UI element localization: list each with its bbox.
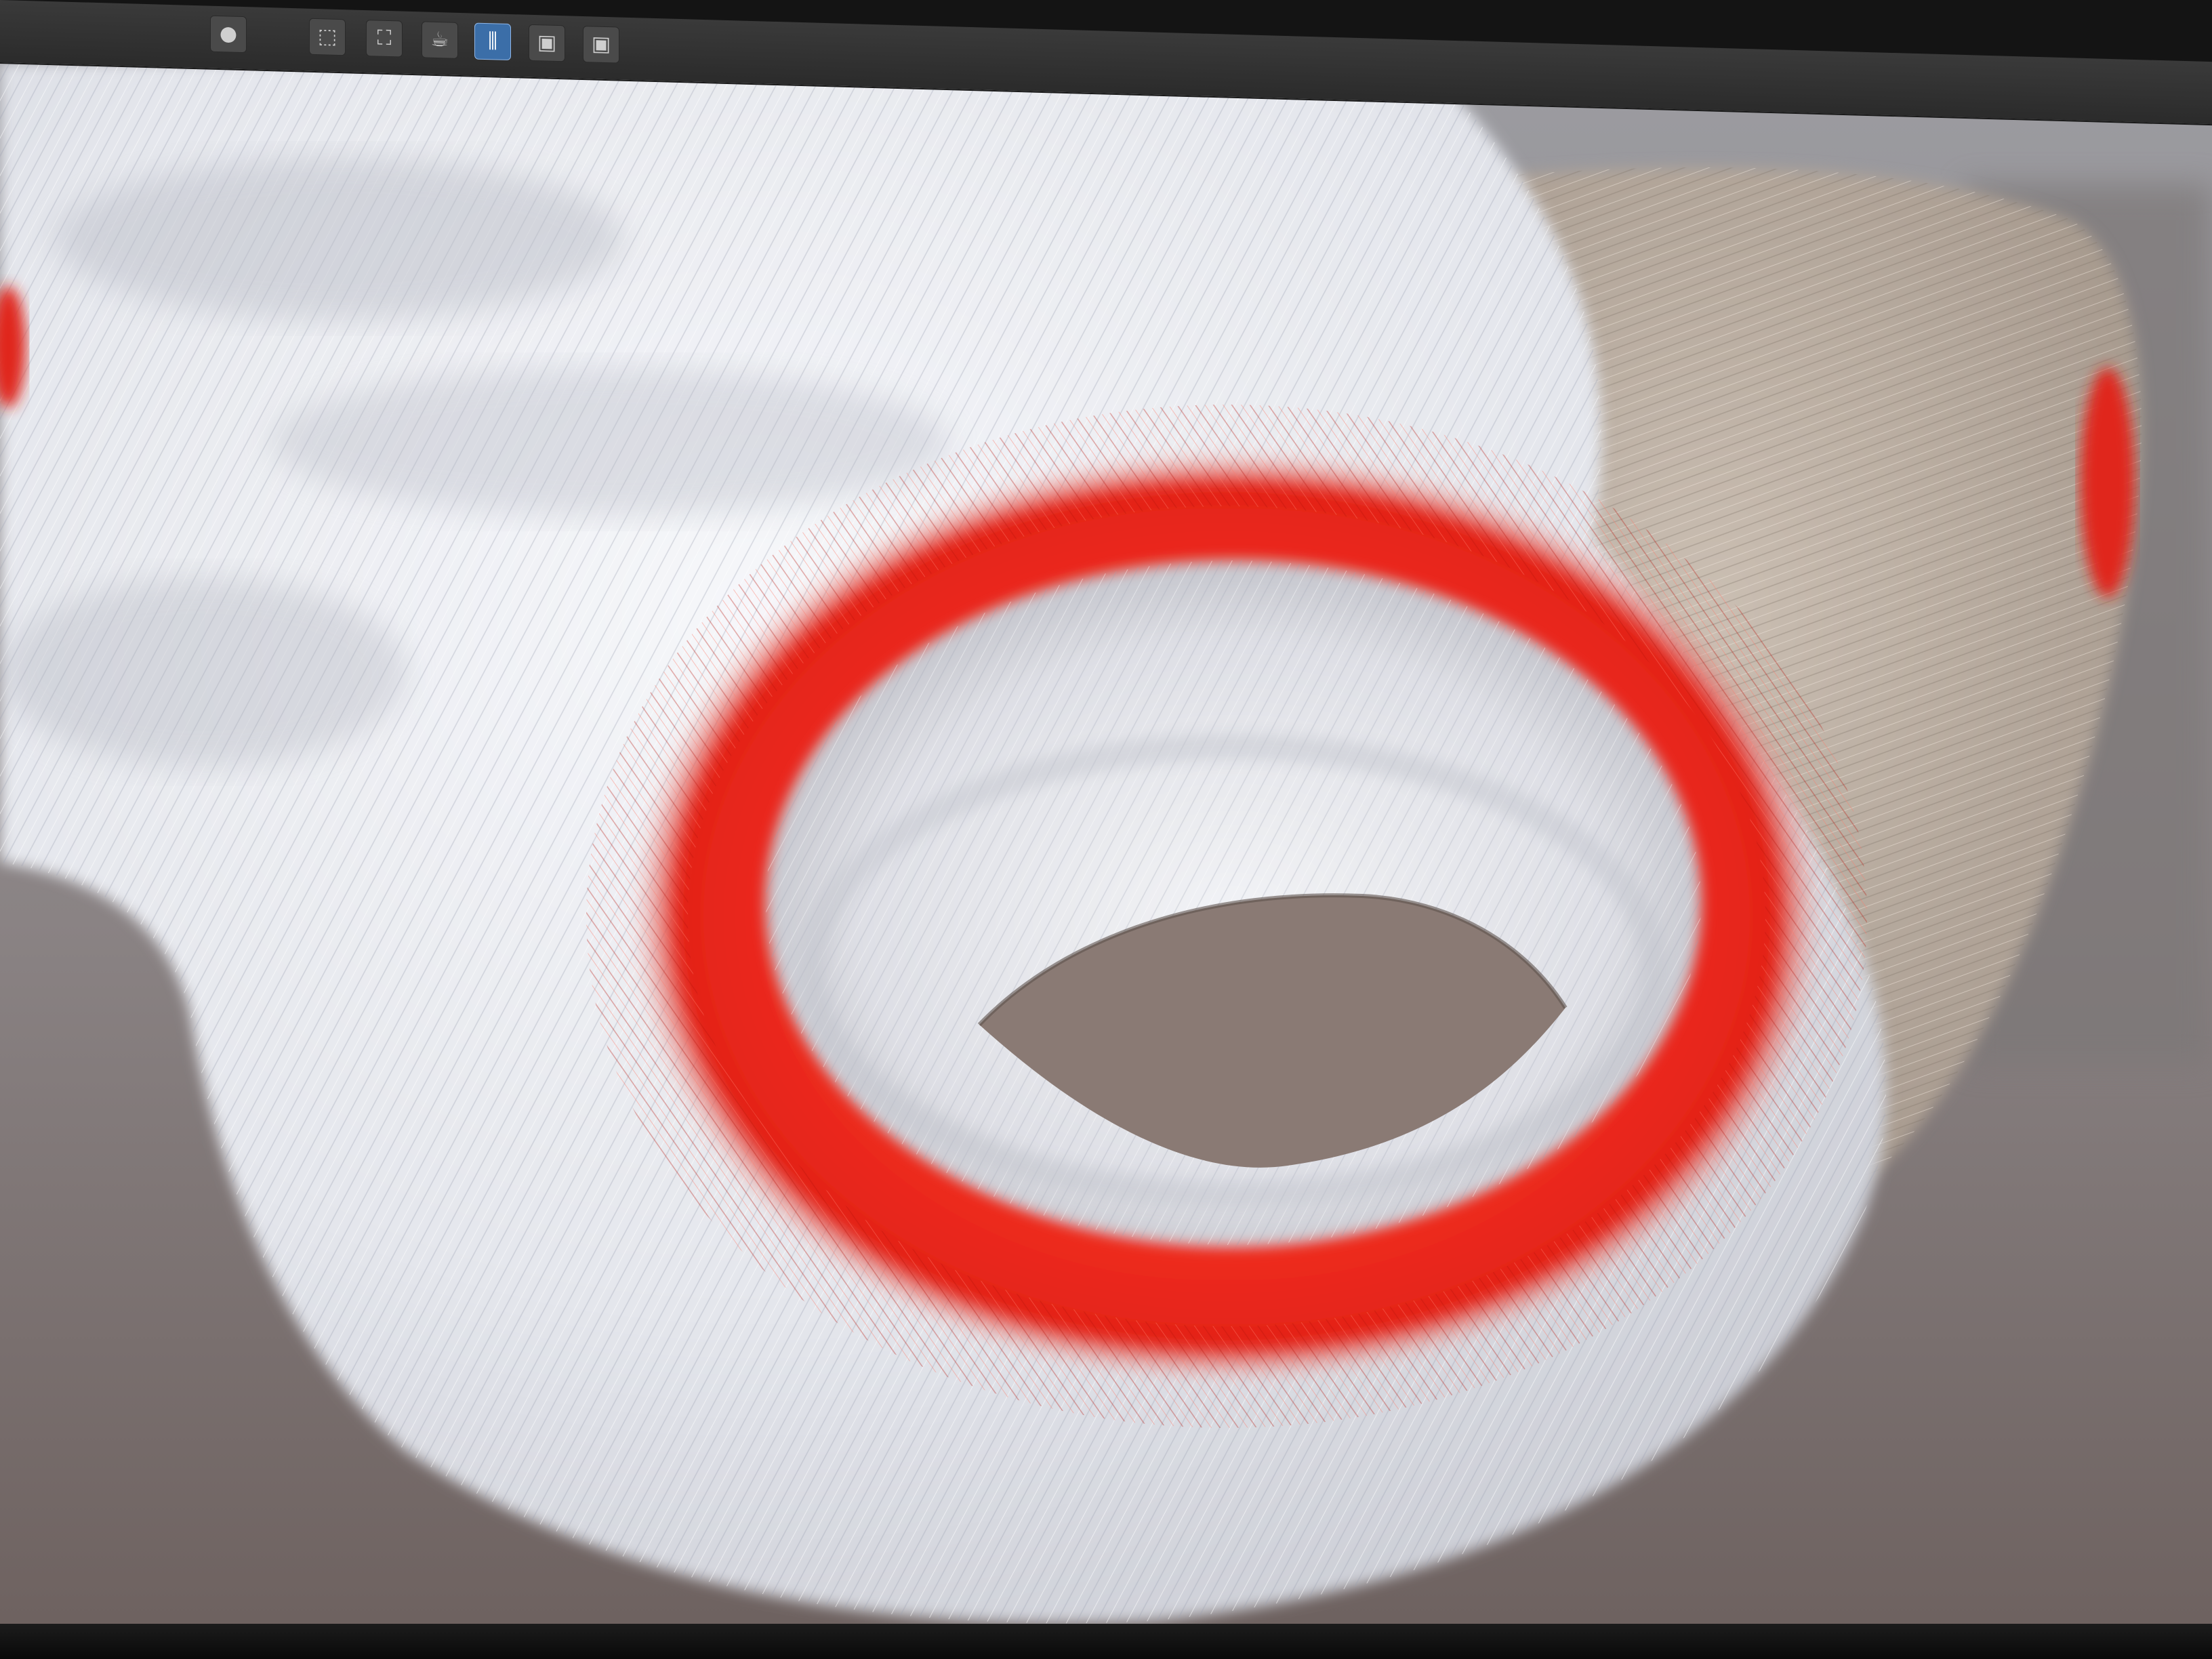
render-frame-icon[interactable]: ▣ — [529, 24, 565, 62]
monitor-bezel — [0, 1624, 2212, 1659]
render-preview-icon[interactable]: ▣ — [583, 26, 619, 64]
teapot-render-icon[interactable]: ☕ — [422, 21, 458, 59]
sphere-tool-icon[interactable]: ● — [210, 15, 247, 54]
select-region-icon[interactable]: ⬚ — [309, 18, 346, 56]
monitor-screen: ● ⬚ ⛶ ☕ ⫼ ▣ ▣ — [0, 0, 2212, 1659]
render-viewport[interactable] — [0, 62, 2212, 1624]
photo-of-monitor: ● ⬚ ⛶ ☕ ⫼ ▣ ▣ — [0, 0, 2212, 1659]
fur-render-canvas — [0, 62, 2212, 1624]
hierarchy-icon[interactable]: ⛶ — [366, 20, 403, 58]
hair-fur-modifier-icon[interactable]: ⫼ — [474, 22, 511, 61]
